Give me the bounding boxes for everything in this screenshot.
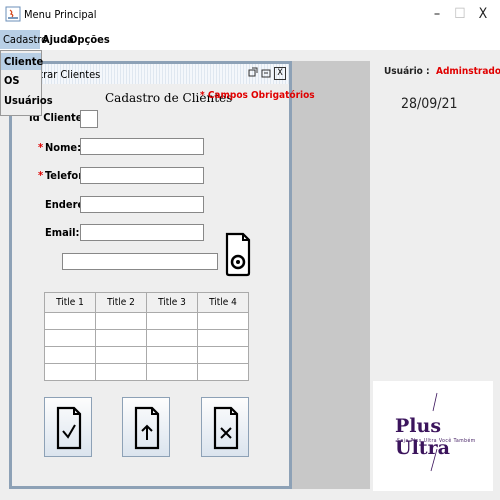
- table-header[interactable]: Title 1: [44, 292, 96, 313]
- phone-field[interactable]: [80, 167, 204, 184]
- menu-item-os[interactable]: OS: [1, 72, 41, 89]
- table-row[interactable]: [44, 329, 249, 347]
- update-client-button[interactable]: [122, 397, 170, 457]
- name-required-mark: *: [38, 141, 44, 154]
- menu-cadastro[interactable]: Cadastro: [0, 30, 47, 49]
- logo-subtitle: Seja Plus Ultra Você Também: [397, 438, 476, 444]
- menu-opcoes[interactable]: Opções: [69, 33, 110, 46]
- table-header[interactable]: Title 4: [197, 292, 249, 313]
- id-field[interactable]: [80, 110, 98, 128]
- file-delete-icon: [213, 406, 239, 450]
- address-field[interactable]: [80, 196, 204, 213]
- file-upload-icon: [134, 406, 160, 450]
- desktop-shadow: [290, 61, 370, 489]
- table-row[interactable]: [44, 346, 249, 364]
- table-row[interactable]: [44, 363, 249, 381]
- table-header[interactable]: Title 2: [95, 292, 147, 313]
- clients-table[interactable]: Title 1 Title 2 Title 3 Title 4: [44, 292, 249, 381]
- menu-item-usuarios[interactable]: Usuários: [1, 92, 53, 109]
- current-date: 28/09/21: [401, 96, 458, 112]
- search-field[interactable]: [62, 253, 218, 270]
- name-field[interactable]: [80, 138, 204, 155]
- required-fields-note: * Campos Obrigatórios: [200, 90, 315, 101]
- close-frame-button[interactable]: X: [274, 67, 286, 80]
- create-client-button[interactable]: [44, 397, 92, 457]
- menu-item-label: Usuários: [4, 94, 53, 107]
- menu-item-label: Cliente: [4, 55, 44, 68]
- search-file-icon[interactable]: [224, 229, 252, 277]
- file-check-icon: [56, 406, 82, 450]
- maximize-frame-icon[interactable]: [260, 67, 272, 79]
- email-field[interactable]: [80, 224, 204, 241]
- menu-item-cliente[interactable]: Cliente: [1, 53, 44, 70]
- table-header[interactable]: Title 3: [146, 292, 198, 313]
- name-label: Nome:: [45, 141, 82, 154]
- delete-client-button[interactable]: [201, 397, 249, 457]
- user-label: Usuário :: [384, 66, 430, 77]
- menu-item-label: OS: [4, 74, 20, 87]
- menu-cadastro-label: Cadastro: [3, 33, 48, 46]
- email-label: Email:: [45, 226, 80, 239]
- restore-icon[interactable]: [248, 67, 258, 77]
- cadastro-dropdown: Cliente OS Usuários: [0, 50, 53, 116]
- window-title: Menu Principal: [24, 8, 97, 21]
- logo-title: Plus Ultra: [395, 415, 450, 459]
- java-app-icon: [5, 6, 21, 22]
- table-row[interactable]: [44, 312, 249, 330]
- user-name: Adminstrador: [436, 66, 500, 77]
- close-window-button[interactable]: X: [470, 4, 496, 24]
- phone-required-mark: *: [38, 169, 44, 182]
